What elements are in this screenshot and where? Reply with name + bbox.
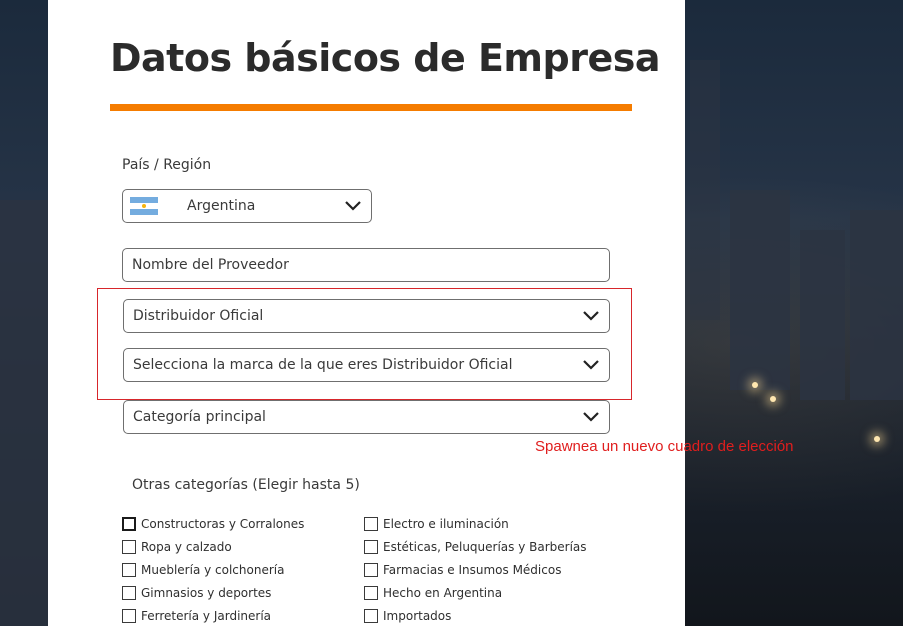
category-checkbox[interactable]: Gimnasios y deportes xyxy=(122,586,271,600)
chevron-down-icon xyxy=(583,311,599,321)
brand-placeholder: Selecciona la marca de la que eres Distr… xyxy=(133,357,513,373)
category-checkbox[interactable]: Ropa y calzado xyxy=(122,540,232,554)
supplier-name-input[interactable]: Nombre del Proveedor xyxy=(122,248,610,282)
distributor-select[interactable]: Distribuidor Oficial xyxy=(123,299,610,333)
checkbox[interactable] xyxy=(122,586,136,600)
checkbox[interactable] xyxy=(364,540,378,554)
checkbox-label: Gimnasios y deportes xyxy=(141,586,272,600)
distributor-selected-value: Distribuidor Oficial xyxy=(133,308,264,324)
checkbox[interactable] xyxy=(364,563,378,577)
street-light xyxy=(874,436,880,442)
checkbox-label: Importados xyxy=(383,609,452,623)
chevron-down-icon xyxy=(583,412,599,422)
category-checkbox[interactable]: Farmacias e Insumos Médicos xyxy=(364,563,561,577)
checkbox-label: Mueblería y colchonería xyxy=(141,563,285,577)
category-checkbox[interactable]: Ferretería y Jardinería xyxy=(122,609,271,623)
checkbox[interactable] xyxy=(122,517,136,531)
street-light xyxy=(770,396,776,402)
annotation-note: Spawnea un nuevo cuadro de elección xyxy=(535,438,794,455)
background-building xyxy=(800,230,845,400)
main-category-placeholder: Categoría principal xyxy=(133,409,266,425)
main-category-select[interactable]: Categoría principal xyxy=(123,400,610,434)
category-checkbox[interactable]: Constructoras y Corralones xyxy=(122,517,304,531)
supplier-name-placeholder: Nombre del Proveedor xyxy=(132,257,289,273)
background-building xyxy=(0,200,48,626)
page-title: Datos básicos de Empresa xyxy=(110,36,661,80)
checkbox[interactable] xyxy=(364,517,378,531)
category-checkbox[interactable]: Electro e iluminación xyxy=(364,517,509,531)
checkbox[interactable] xyxy=(122,540,136,554)
background-building xyxy=(850,210,903,400)
background-building xyxy=(730,190,790,390)
country-select[interactable]: Argentina xyxy=(122,189,372,223)
category-checkbox[interactable]: Hecho en Argentina xyxy=(364,586,502,600)
checkbox-label: Electro e iluminación xyxy=(383,517,509,531)
checkbox[interactable] xyxy=(364,586,378,600)
argentina-flag-icon xyxy=(130,197,158,215)
checkbox-label: Farmacias e Insumos Médicos xyxy=(383,563,562,577)
checkbox[interactable] xyxy=(122,563,136,577)
brand-select[interactable]: Selecciona la marca de la que eres Distr… xyxy=(123,348,610,382)
checkbox-label: Constructoras y Corralones xyxy=(141,517,305,531)
checkbox-label: Estéticas, Peluquerías y Barberías xyxy=(383,540,587,554)
category-checkbox[interactable]: Mueblería y colchonería xyxy=(122,563,284,577)
checkbox[interactable] xyxy=(122,609,136,623)
country-label: País / Región xyxy=(122,157,212,173)
checkbox[interactable] xyxy=(364,609,378,623)
country-selected-value: Argentina xyxy=(187,198,256,214)
chevron-down-icon xyxy=(345,201,361,211)
other-categories-label: Otras categorías (Elegir hasta 5) xyxy=(132,477,360,493)
category-checkbox[interactable]: Estéticas, Peluquerías y Barberías xyxy=(364,540,587,554)
checkbox-label: Ferretería y Jardinería xyxy=(141,609,272,623)
street-light xyxy=(752,382,758,388)
background-building xyxy=(690,60,720,320)
title-underline xyxy=(110,104,632,111)
checkbox-label: Ropa y calzado xyxy=(141,540,232,554)
checkbox-label: Hecho en Argentina xyxy=(383,586,503,600)
chevron-down-icon xyxy=(583,360,599,370)
category-checkbox[interactable]: Importados xyxy=(364,609,451,623)
